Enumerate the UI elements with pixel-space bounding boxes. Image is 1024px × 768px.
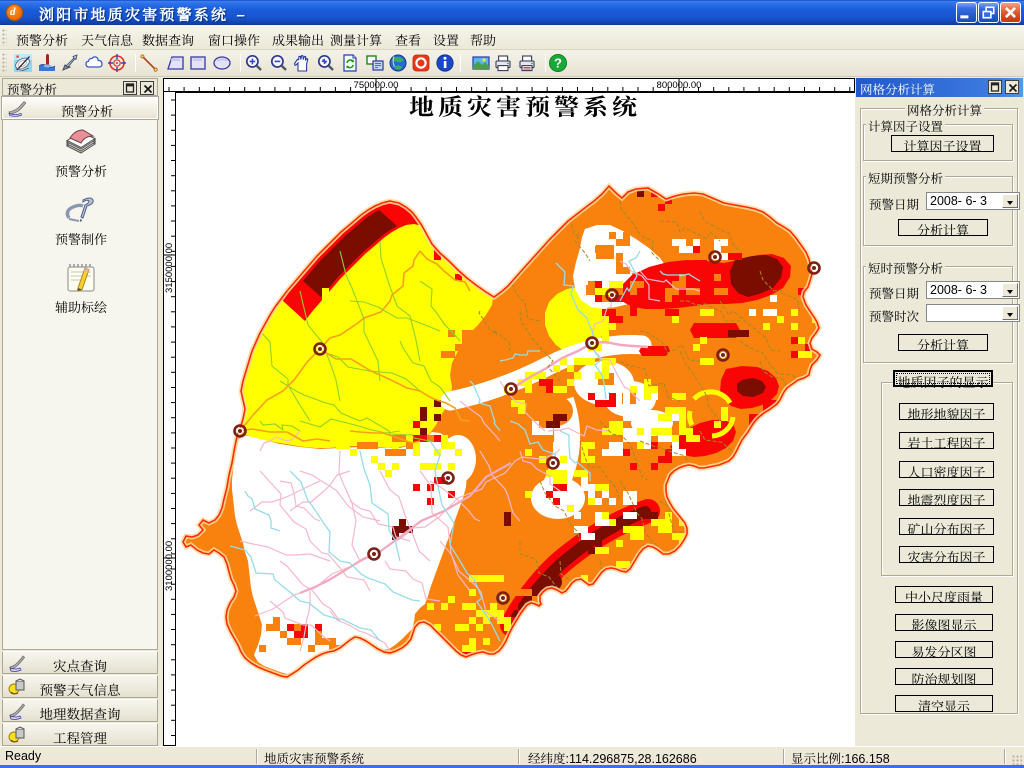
svg-text:3100000.00: 3100000.00 (164, 541, 175, 591)
svg-text:800000.00: 800000.00 (657, 80, 702, 91)
svg-text:750000.00: 750000.00 (354, 80, 399, 91)
svg-text:?: ? (554, 56, 562, 71)
svg-text:3150000.00: 3150000.00 (164, 243, 175, 293)
